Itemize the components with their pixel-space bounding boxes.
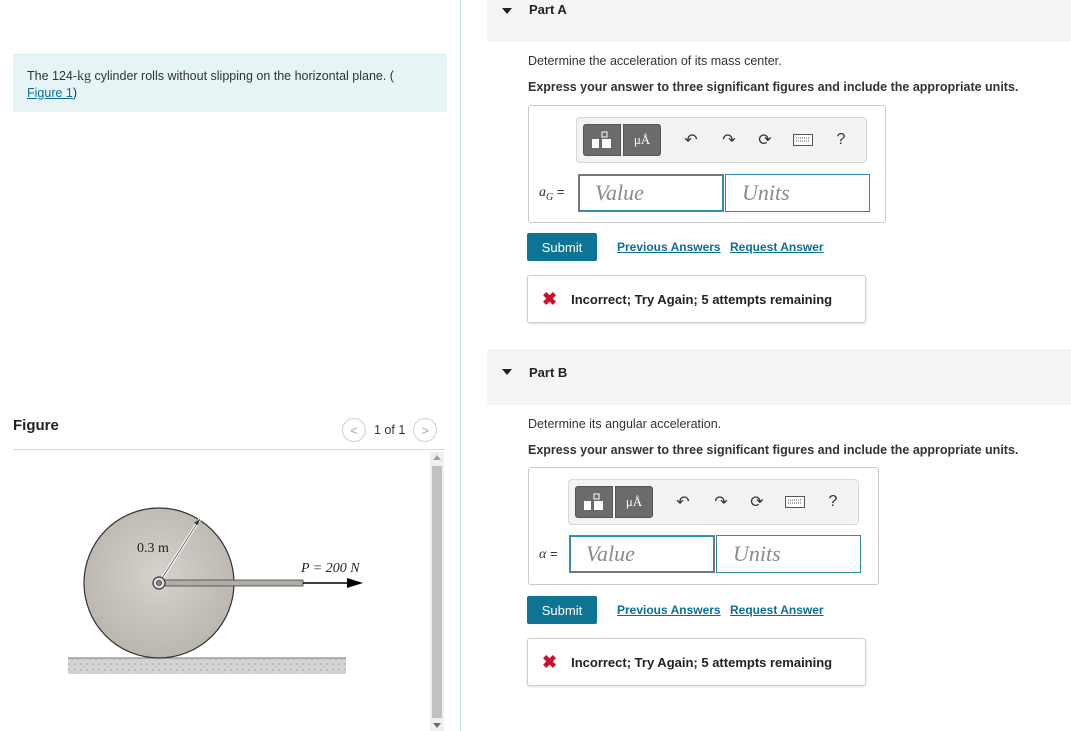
help-button[interactable]: ? <box>829 128 853 152</box>
figure-divider <box>13 449 445 450</box>
part-b-feedback: ✖ Incorrect; Try Again; 5 attempts remai… <box>527 638 866 686</box>
part-b-previous-answers-link[interactable]: Previous Answers <box>617 603 721 617</box>
undo-icon[interactable]: ↶ <box>671 490 695 514</box>
part-a-title: Part A <box>529 2 567 17</box>
redo-icon[interactable]: ↷ <box>709 490 733 514</box>
part-a-answer-box: μÅ ↶ ↷ ⟳ ? aG = Value Units <box>528 105 886 223</box>
template-icon <box>592 131 611 148</box>
part-a-instruction: Express your answer to three significant… <box>528 80 1019 94</box>
part-a-variable: aG = <box>539 184 565 203</box>
part-b-header[interactable]: Part B <box>487 349 1071 405</box>
part-b-question: Determine its angular acceleration. <box>528 417 722 431</box>
panel-divider <box>460 0 461 731</box>
help-button[interactable]: ? <box>821 490 845 514</box>
figure-pager: < 1 of 1 > <box>342 418 438 442</box>
error-x-icon: ✖ <box>542 288 558 309</box>
keyboard-icon[interactable] <box>783 490 807 514</box>
reset-icon[interactable]: ⟳ <box>745 490 769 514</box>
undo-icon[interactable]: ↶ <box>679 128 703 152</box>
figure-counter: 1 of 1 <box>374 423 406 437</box>
template-icon <box>584 493 603 510</box>
part-b-request-answer-link[interactable]: Request Answer <box>730 603 824 617</box>
figure-prev-button[interactable]: < <box>342 418 366 442</box>
part-a-value-input[interactable]: Value <box>578 174 724 212</box>
redo-icon[interactable]: ↷ <box>717 128 741 152</box>
part-b-submit-button[interactable]: Submit <box>527 596 597 624</box>
part-b-feedback-text: Incorrect; Try Again; 5 attempts remaini… <box>571 654 833 670</box>
part-b-instruction: Express your answer to three significant… <box>528 443 1019 457</box>
radius-label: 0.3 m <box>137 541 169 556</box>
keyboard-icon[interactable] <box>791 128 815 152</box>
part-a-units-input[interactable]: Units <box>725 174 870 212</box>
part-a-request-answer-link[interactable]: Request Answer <box>730 240 824 254</box>
problem-statement: The 124-kg cylinder rolls without slippi… <box>13 54 447 112</box>
units-button[interactable]: μÅ <box>615 486 653 518</box>
part-a-toolbar: μÅ ↶ ↷ ⟳ ? <box>576 117 867 163</box>
problem-text-rest: cylinder rolls without slipping on the h… <box>91 69 394 83</box>
figure-link[interactable]: Figure 1 <box>27 86 73 100</box>
part-b-title: Part B <box>529 365 568 380</box>
problem-text: The 124- <box>27 69 78 83</box>
template-button[interactable] <box>583 124 621 156</box>
template-button[interactable] <box>575 486 613 518</box>
part-b-units-input[interactable]: Units <box>716 535 861 573</box>
ground-plane <box>68 658 346 674</box>
part-a-previous-answers-link[interactable]: Previous Answers <box>617 240 721 254</box>
scroll-up-icon[interactable] <box>433 455 441 460</box>
problem-close-paren: ) <box>72 86 78 100</box>
part-a-feedback: ✖ Incorrect; Try Again; 5 attempts remai… <box>527 275 866 323</box>
part-b-value-input[interactable]: Value <box>569 535 715 573</box>
part-a-question: Determine the acceleration of its mass c… <box>528 54 782 68</box>
scroll-thumb[interactable] <box>432 466 442 718</box>
force-label: P = 200 N <box>300 561 360 576</box>
units-button[interactable]: μÅ <box>623 124 661 156</box>
part-a-feedback-text: Incorrect; Try Again; 5 attempts remaini… <box>571 291 833 307</box>
handle-rod <box>158 579 304 587</box>
error-x-icon: ✖ <box>542 651 558 672</box>
collapse-triangle-icon[interactable] <box>502 369 512 375</box>
problem-unit-kg: kg <box>77 69 92 84</box>
part-b-answer-box: μÅ ↶ ↷ ⟳ ? α = Value Units <box>528 467 879 585</box>
part-a-submit-button[interactable]: Submit <box>527 233 597 261</box>
part-b-toolbar: μÅ ↶ ↷ ⟳ ? <box>568 479 859 525</box>
collapse-triangle-icon[interactable] <box>502 8 512 14</box>
part-b-variable: α = <box>539 546 558 562</box>
chevron-right-icon: > <box>421 422 430 438</box>
chevron-left-icon: < <box>350 422 358 438</box>
part-a-header[interactable]: Part A <box>487 0 1071 42</box>
reset-icon[interactable]: ⟳ <box>753 128 777 152</box>
cylinder-figure: 0.3 m P = 200 N <box>68 507 363 674</box>
figure-heading: Figure <box>13 417 59 434</box>
figure-scrollbar[interactable] <box>430 452 444 731</box>
scroll-down-icon[interactable] <box>433 723 441 728</box>
figure-next-button[interactable]: > <box>413 418 438 442</box>
left-panel: The 124-kg cylinder rolls without slippi… <box>0 0 460 731</box>
